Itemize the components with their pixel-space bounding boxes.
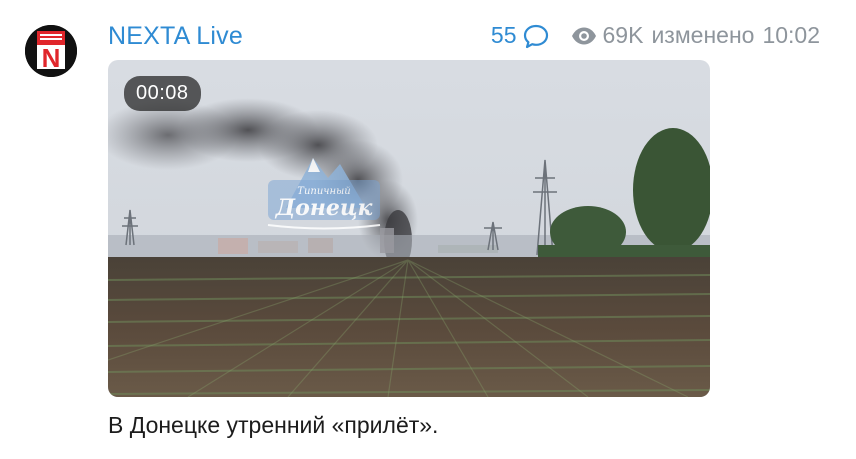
eye-icon [571,27,596,44]
post-meta: 55 69K изменено 10:02 [491,22,820,49]
svg-text:Донецк: Донецк [275,195,373,221]
post-time: 10:02 [762,22,820,48]
edited-label: изменено [651,22,755,48]
channel-avatar[interactable]: N [25,25,77,77]
video-duration-badge: 00:08 [124,76,201,111]
video-player[interactable]: Типичный Донецк 00:08 [108,60,710,397]
comments-count[interactable]: 55 [491,22,517,49]
nexta-logo-icon: N [25,25,77,77]
channel-name[interactable]: NEXTA Live [108,22,243,51]
svg-text:N: N [42,43,61,73]
post-caption: В Донецке утренний «прилёт». [108,412,439,438]
views-count: 69K [602,22,644,48]
comment-bubble-icon[interactable] [523,23,549,49]
video-thumbnail: Типичный Донецк [108,60,710,397]
